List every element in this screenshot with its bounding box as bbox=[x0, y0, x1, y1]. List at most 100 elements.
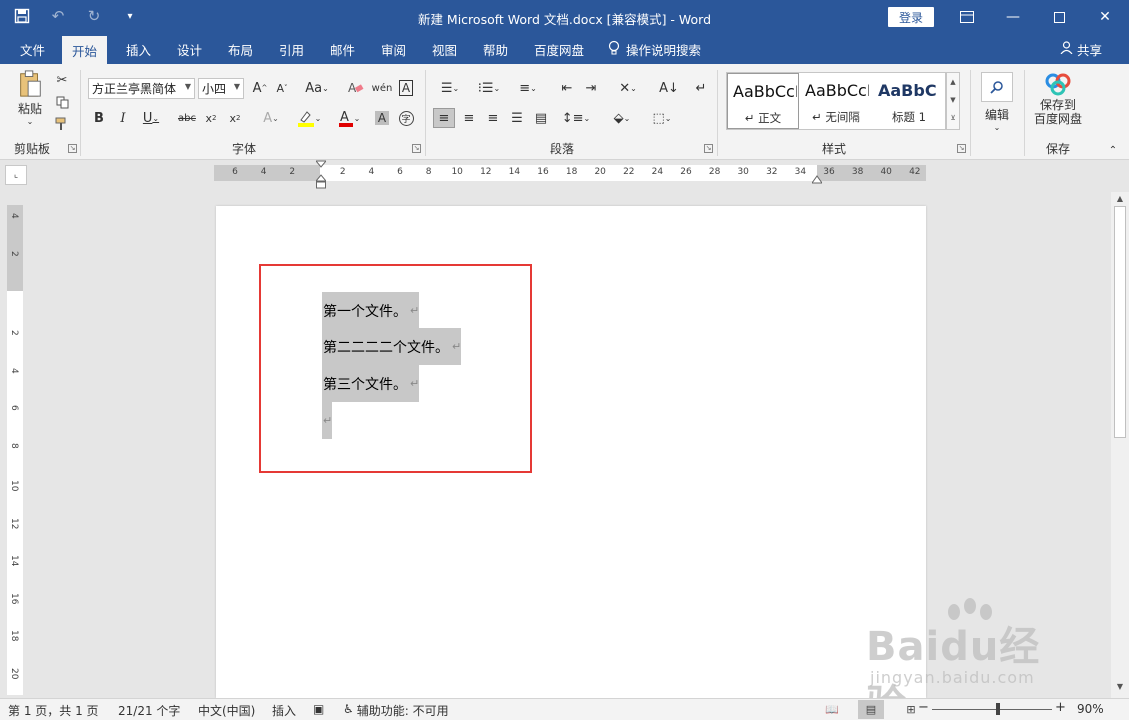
minimize-icon[interactable]: — bbox=[990, 0, 1036, 34]
style-heading-1[interactable]: AaBbC 标题 1 bbox=[873, 73, 945, 129]
styles-gallery-scroll[interactable]: ▲ ▼ ⊻ bbox=[946, 72, 960, 130]
indent-markers[interactable] bbox=[314, 160, 328, 190]
justify-icon[interactable]: ☰ bbox=[506, 108, 528, 128]
read-mode-icon[interactable]: 📖 bbox=[819, 700, 845, 719]
subscript-icon[interactable]: x2 bbox=[202, 108, 220, 128]
undo-icon[interactable]: ↶ bbox=[48, 6, 68, 26]
zoom-slider-thumb[interactable] bbox=[996, 703, 1000, 715]
tab-design[interactable]: 设计 bbox=[175, 34, 204, 64]
print-layout-icon[interactable]: ▤ bbox=[858, 700, 884, 719]
grow-font-icon[interactable]: A ^ bbox=[251, 78, 269, 98]
tab-home[interactable]: 开始 bbox=[62, 36, 108, 64]
font-name-combo[interactable]: 方正兰亭黑简体 ▼ bbox=[88, 78, 195, 99]
vertical-ruler[interactable]: 4 2 2 4 6 8 10 12 14 16 18 20 bbox=[7, 205, 23, 695]
editing-button[interactable]: 编辑 ⌄ bbox=[978, 70, 1016, 134]
more-styles-icon[interactable]: ⊻ bbox=[947, 109, 959, 127]
zoom-in-icon[interactable]: + bbox=[1055, 700, 1066, 715]
clipboard-launcher-icon[interactable]: ↘ bbox=[68, 144, 77, 153]
align-left-icon[interactable]: ≡ bbox=[433, 108, 455, 128]
tab-file[interactable]: 文件 bbox=[18, 34, 47, 64]
font-color-icon[interactable]: A ⌄ bbox=[333, 108, 365, 128]
multilevel-list-icon[interactable]: ≡ ⌄ bbox=[511, 78, 545, 98]
tell-me-search[interactable]: 操作说明搜索 bbox=[608, 34, 701, 64]
zoom-out-icon[interactable]: − bbox=[918, 700, 929, 715]
shrink-font-icon[interactable]: A ˅ bbox=[273, 78, 291, 98]
styles-launcher-icon[interactable]: ↘ bbox=[957, 144, 966, 153]
borders-icon[interactable]: ⬚ ⌄ bbox=[646, 108, 678, 128]
tab-help[interactable]: 帮助 bbox=[481, 34, 510, 64]
font-launcher-icon[interactable]: ↘ bbox=[412, 144, 421, 153]
cut-icon[interactable]: ✂ bbox=[52, 70, 72, 90]
maximize-icon[interactable] bbox=[1036, 0, 1082, 34]
save-to-baidu-button[interactable]: 保存到 百度网盘 bbox=[1030, 72, 1086, 136]
align-right-icon[interactable]: ≡ bbox=[482, 108, 504, 128]
phonetic-guide-icon[interactable]: wén bbox=[372, 78, 393, 98]
collapse-ribbon-icon[interactable]: ⌃ bbox=[1106, 144, 1120, 156]
chevron-down-icon[interactable]: ▼ bbox=[947, 91, 959, 109]
tab-selector-icon[interactable]: ⌞ bbox=[5, 165, 27, 185]
format-painter-icon[interactable] bbox=[52, 114, 72, 134]
style-no-spacing[interactable]: AaBbCcI ↵ 无间隔 bbox=[800, 73, 872, 129]
paragraph-launcher-icon[interactable]: ↘ bbox=[704, 144, 713, 153]
word-count[interactable]: 21/21 个字 bbox=[118, 702, 180, 719]
tab-layout[interactable]: 布局 bbox=[226, 34, 255, 64]
scrollbar-thumb[interactable] bbox=[1114, 206, 1126, 438]
chevron-up-icon[interactable]: ▲ bbox=[947, 73, 959, 91]
numbering-icon[interactable]: ⁝☰ ⌄ bbox=[472, 78, 506, 98]
login-button[interactable]: 登录 bbox=[888, 7, 934, 27]
page-count[interactable]: 第 1 页，共 1 页 bbox=[8, 702, 99, 719]
right-indent-marker[interactable] bbox=[811, 173, 823, 184]
close-icon[interactable]: ✕ bbox=[1082, 0, 1128, 34]
customize-icon[interactable]: ▾ bbox=[120, 6, 140, 26]
enclose-characters-icon[interactable]: 字 bbox=[396, 108, 416, 128]
save-icon[interactable] bbox=[12, 6, 32, 26]
scroll-up-icon[interactable]: ▲ bbox=[1111, 194, 1129, 203]
share-button[interactable]: 共享 bbox=[1060, 34, 1102, 64]
align-center-icon[interactable]: ≡ bbox=[458, 108, 480, 128]
clear-formatting-icon[interactable]: A bbox=[346, 78, 366, 98]
sort-icon[interactable]: A↓ bbox=[658, 78, 680, 98]
insert-mode[interactable]: 插入 bbox=[272, 702, 296, 719]
italic-icon[interactable]: I bbox=[114, 108, 132, 128]
tab-references[interactable]: 引用 bbox=[277, 34, 306, 64]
ruler-tick-label: 8 bbox=[425, 167, 432, 177]
ruler-tick-label: 34 bbox=[794, 167, 807, 177]
shading-icon[interactable]: ⬙ ⌄ bbox=[606, 108, 638, 128]
editing-label: 编辑 bbox=[984, 108, 1009, 122]
scroll-down-icon[interactable]: ▼ bbox=[1111, 682, 1129, 691]
copy-icon[interactable] bbox=[52, 92, 72, 112]
increase-indent-icon[interactable]: ⇥ bbox=[580, 78, 602, 98]
tab-view[interactable]: 视图 bbox=[430, 34, 459, 64]
paste-button[interactable]: 粘贴 ⌄ bbox=[12, 70, 48, 126]
accessibility-checker[interactable]: ♿ 辅助功能: 不可用 bbox=[343, 702, 449, 719]
zoom-slider[interactable] bbox=[932, 709, 1052, 710]
bullets-icon[interactable]: ☰ ⌄ bbox=[433, 78, 467, 98]
highlight-color-icon[interactable]: ⌄ bbox=[292, 108, 326, 128]
vertical-scrollbar[interactable]: ▲ ▼ bbox=[1111, 192, 1129, 698]
character-border-icon[interactable]: A bbox=[396, 78, 416, 98]
tab-review[interactable]: 审阅 bbox=[379, 34, 408, 64]
superscript-icon[interactable]: x2 bbox=[226, 108, 244, 128]
chinese-layout-icon[interactable]: ✕ ⌄ bbox=[612, 78, 644, 98]
show-marks-icon[interactable]: ↵ bbox=[690, 78, 712, 98]
distributed-icon[interactable]: ▤ bbox=[530, 108, 552, 128]
tab-baidu-netdisk[interactable]: 百度网盘 bbox=[532, 34, 586, 64]
character-shading-icon[interactable]: A bbox=[372, 108, 392, 128]
zoom-level[interactable]: 90% bbox=[1077, 702, 1104, 716]
language-indicator[interactable]: 中文(中国) bbox=[198, 702, 255, 719]
decrease-indent-icon[interactable]: ⇤ bbox=[556, 78, 578, 98]
tab-insert[interactable]: 插入 bbox=[124, 34, 153, 64]
bold-icon[interactable]: B bbox=[90, 108, 108, 128]
change-case-icon[interactable]: Aa ⌄ bbox=[302, 78, 332, 98]
ribbon-display-icon[interactable] bbox=[944, 0, 990, 34]
ruler-tick-label: 6 bbox=[397, 167, 403, 177]
redo-icon[interactable]: ↻ bbox=[84, 6, 104, 26]
strikethrough-icon[interactable]: abc bbox=[176, 108, 198, 128]
font-size-combo[interactable]: 小四 ▼ bbox=[198, 78, 244, 99]
macro-record-icon[interactable]: ▣ bbox=[313, 702, 324, 716]
text-effects-icon[interactable]: A ⌄ bbox=[256, 108, 286, 128]
underline-icon[interactable]: U ⌄ bbox=[138, 108, 164, 128]
style-normal[interactable]: AaBbCcI ↵ 正文 bbox=[727, 73, 799, 129]
line-spacing-icon[interactable]: ↕≡ ⌄ bbox=[560, 108, 592, 128]
tab-mailings[interactable]: 邮件 bbox=[328, 34, 357, 64]
